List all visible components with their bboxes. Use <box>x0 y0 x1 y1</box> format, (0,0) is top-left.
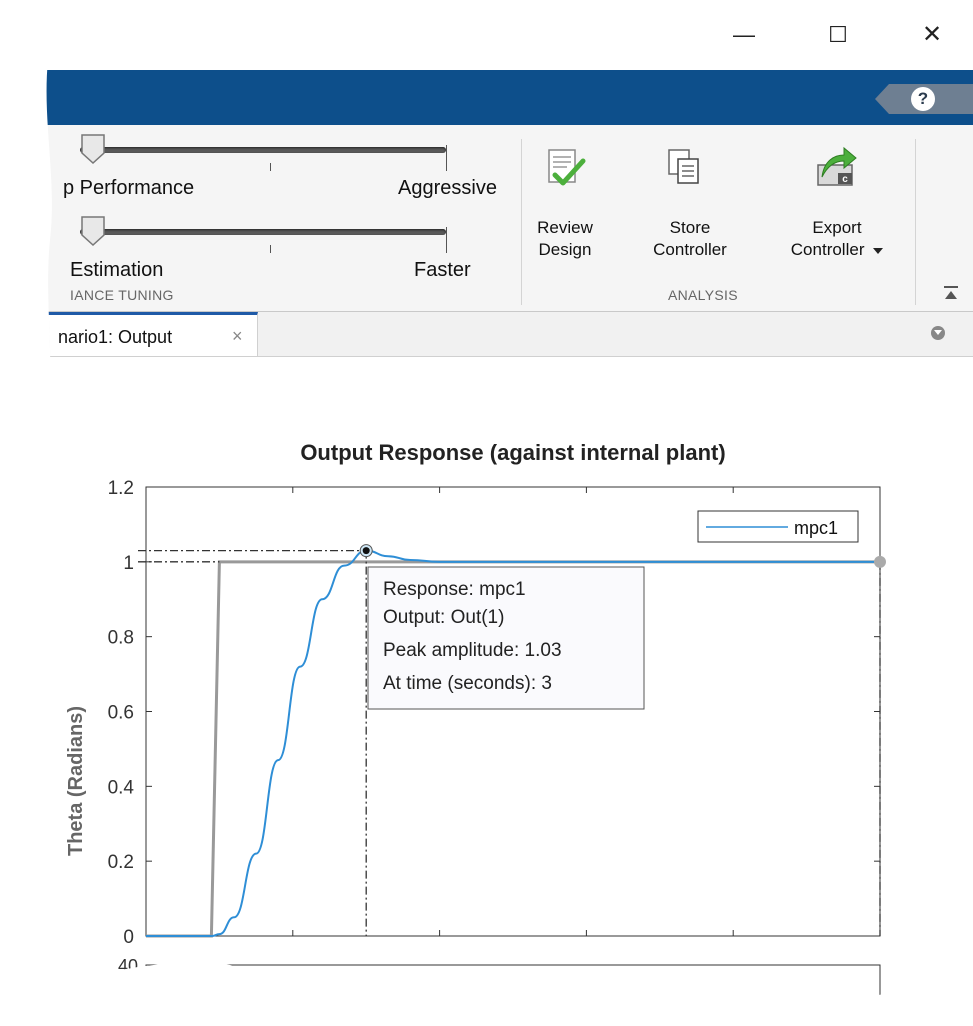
peak-marker <box>363 547 370 554</box>
maximize-button[interactable]: ☐ <box>818 18 858 52</box>
y-tick-label: 0.6 <box>108 703 134 724</box>
dropdown-arrow-icon[interactable] <box>873 248 883 254</box>
state-estimation-slider-thumb[interactable] <box>80 215 106 247</box>
store-controller-button[interactable]: Store Controller <box>634 217 746 261</box>
state-estimation-slider-track[interactable] <box>80 229 446 235</box>
datatip[interactable]: Response: mpc1 Output: Out(1) Peak ampli… <box>368 567 644 709</box>
review-design-button[interactable]: Review Design <box>528 217 602 261</box>
chart-title: Output Response (against internal plant) <box>300 440 725 465</box>
axes-box <box>146 487 880 936</box>
tuning-section-label: IANCE TUNING <box>70 287 174 303</box>
slider-tick <box>270 163 271 171</box>
ribbon-divider <box>521 139 522 305</box>
slider-tick <box>446 145 447 171</box>
tab-menu-icon[interactable] <box>931 326 945 340</box>
collapse-ribbon-icon[interactable] <box>942 285 960 301</box>
app-window: — ☐ ✕ ? p Performance Aggressive Estimat… <box>0 0 973 1021</box>
export-controller-icon[interactable]: c <box>812 143 860 191</box>
y-tick-label: 0.8 <box>108 628 134 649</box>
help-tab[interactable]: ? <box>875 84 973 114</box>
title-bar: — ☐ ✕ <box>0 0 973 70</box>
document-tab-strip: nario1: Output × <box>0 312 973 357</box>
review-design-label-line2: Design <box>538 240 592 259</box>
export-controller-button[interactable]: Export Controller <box>762 217 912 261</box>
svg-text:c: c <box>842 174 848 185</box>
next-axes-partial: 40 <box>118 956 880 1021</box>
closed-loop-performance-slider-track[interactable] <box>80 147 446 153</box>
review-design-icon[interactable] <box>543 147 587 191</box>
y-tick-label: 1 <box>123 553 134 574</box>
tab-close-icon[interactable]: × <box>232 326 243 347</box>
slider-tick <box>446 227 447 253</box>
plot-panel: Output Response (against internal plant)… <box>0 357 973 1021</box>
tab-scenario-output[interactable]: nario1: Output × <box>0 312 258 356</box>
export-controller-label-line2: Controller <box>790 240 865 259</box>
store-controller-icon[interactable] <box>664 147 704 187</box>
review-design-label-line1: Review <box>537 218 593 237</box>
datatip-line3: Peak amplitude: 1.03 <box>383 640 562 661</box>
slider2-left-label: Estimation <box>70 259 164 281</box>
help-icon[interactable]: ? <box>911 87 935 111</box>
export-controller-label-row: Controller <box>762 239 912 261</box>
steady-state-marker <box>874 556 886 568</box>
store-controller-label-line2: Controller <box>653 240 727 259</box>
close-window-button[interactable]: ✕ <box>912 18 952 52</box>
datatip-line4: At time (seconds): 3 <box>383 673 552 694</box>
y-tick-label: 1.2 <box>108 478 134 499</box>
next-axis-tick-label: 40 <box>118 956 138 976</box>
slider2-right-label: Faster <box>414 259 471 281</box>
toolstrip-header <box>0 70 973 125</box>
slider1-right-label: Aggressive <box>398 177 497 199</box>
analysis-section-label: ANALYSIS <box>668 287 738 303</box>
output-response-chart[interactable]: Output Response (against internal plant)… <box>0 357 973 1021</box>
ribbon: p Performance Aggressive Estimation Fast… <box>0 125 973 312</box>
store-controller-label-line1: Store <box>669 218 711 237</box>
axes: 0 0.2 0.4 0.6 0.8 1 1.2 <box>108 478 880 948</box>
ribbon-divider <box>915 139 916 305</box>
legend[interactable]: mpc1 <box>698 511 858 542</box>
export-controller-label-line1: Export <box>812 218 862 237</box>
slider-tick <box>270 245 271 253</box>
closed-loop-performance-slider-thumb[interactable] <box>80 133 106 165</box>
y-tick-label: 0.2 <box>108 852 134 873</box>
legend-label-mpc1: mpc1 <box>794 518 838 538</box>
minimize-button[interactable]: — <box>724 18 764 52</box>
slider1-left-label: p Performance <box>63 177 195 199</box>
y-tick-label: 0 <box>123 927 134 948</box>
y-axis-label: Theta (Radians) <box>65 706 87 856</box>
datatip-line2: Output: Out(1) <box>383 607 504 628</box>
datatip-line1: Response: mpc1 <box>383 579 526 600</box>
y-tick-label: 0.4 <box>108 777 135 798</box>
tab-label: nario1: Output <box>58 327 173 347</box>
